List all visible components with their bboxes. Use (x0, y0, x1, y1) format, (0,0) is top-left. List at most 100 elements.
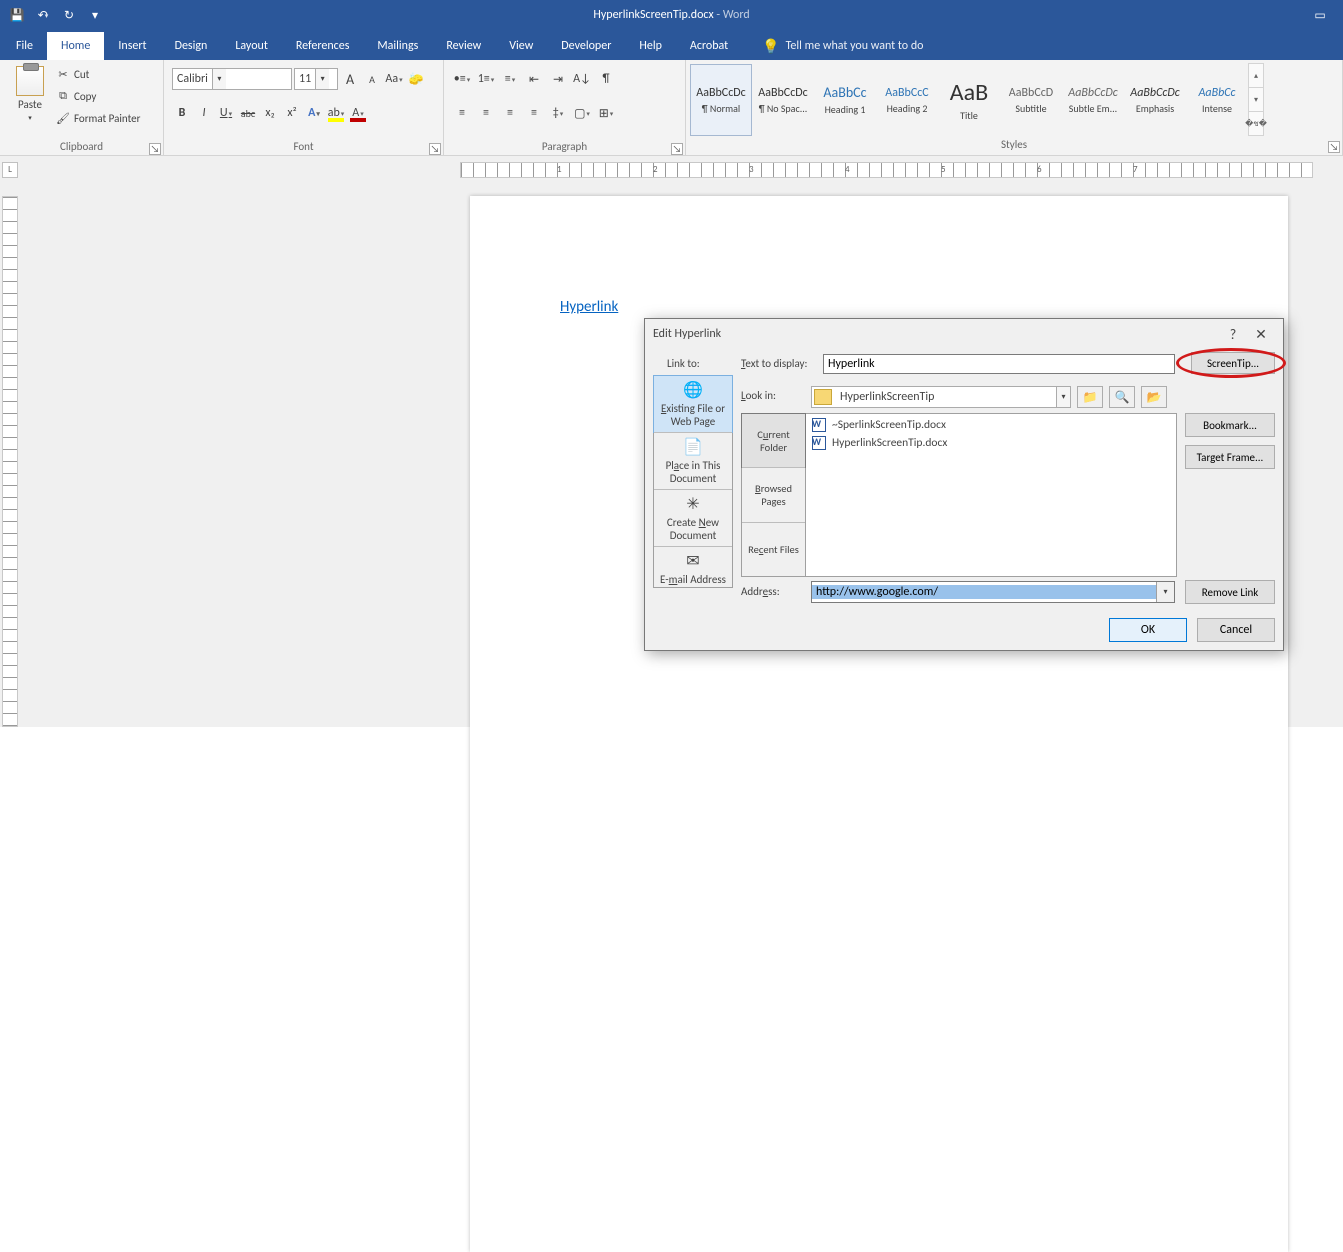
shrink-font-button[interactable]: A (362, 68, 382, 90)
styles-launcher-icon[interactable]: ↘ (1328, 141, 1340, 153)
italic-button[interactable]: I (194, 102, 214, 124)
qat-customize-icon[interactable]: ▾ (84, 4, 106, 26)
superscript-button[interactable]: x² (282, 102, 302, 124)
browse-web-icon[interactable]: 🔍 (1109, 386, 1135, 408)
tab-insert[interactable]: Insert (104, 32, 160, 60)
clear-format-button[interactable]: 🧽 (406, 68, 426, 90)
show-marks-button[interactable]: ¶ (596, 68, 616, 90)
styles-up-icon[interactable]: ▴ (1248, 63, 1264, 88)
vertical-ruler[interactable] (2, 196, 18, 727)
remove-link-button[interactable]: Remove Link (1185, 580, 1275, 604)
underline-button[interactable]: U (216, 102, 236, 124)
address-value[interactable]: http://www.google.com/ (812, 585, 1156, 599)
text-to-display-input[interactable] (823, 354, 1175, 374)
list-item[interactable]: HyperlinkScreenTip.docx (808, 434, 1174, 452)
browse-file-icon[interactable]: 📂 (1141, 386, 1167, 408)
format-painter-button[interactable]: 🖌Format Painter (56, 108, 140, 128)
copy-button[interactable]: ⧉Copy (56, 86, 140, 106)
chevron-down-icon[interactable]: ▾ (1056, 387, 1070, 407)
styles-down-icon[interactable]: ▾ (1248, 87, 1264, 112)
tab-mailings[interactable]: Mailings (363, 32, 432, 60)
align-right-button[interactable]: ≡ (500, 102, 520, 124)
close-icon[interactable]: ✕ (1247, 326, 1275, 343)
clipboard-launcher-icon[interactable]: ↘ (149, 143, 161, 155)
strike-button[interactable]: abc (238, 102, 258, 124)
style-heading2[interactable]: AaBbCcCHeading 2 (876, 64, 938, 136)
font-launcher-icon[interactable]: ↘ (429, 143, 441, 155)
linkto-existing-file[interactable]: 🌐Existing File or Web Page (653, 375, 733, 433)
tell-me-search[interactable]: 💡 Tell me what you want to do (762, 32, 923, 60)
target-frame-button[interactable]: Target Frame... (1185, 445, 1275, 469)
chevron-down-icon[interactable]: ▾ (1156, 582, 1174, 602)
grow-font-button[interactable]: A (340, 68, 360, 90)
style-heading1[interactable]: AaBbCcHeading 1 (814, 64, 876, 136)
recent-files-tab[interactable]: Recent Files (742, 522, 805, 576)
styles-more-icon[interactable]: �ช� (1248, 111, 1264, 136)
ok-button[interactable]: OK (1109, 618, 1187, 642)
increase-indent-button[interactable]: ⇥ (548, 68, 568, 90)
shading-button[interactable]: ▢ (572, 102, 592, 124)
multilevel-button[interactable]: ≡ (500, 68, 520, 90)
list-item[interactable]: ~SperlinkScreenTip.docx (808, 416, 1174, 434)
change-case-button[interactable]: Aa (384, 68, 404, 90)
font-name-combo[interactable]: Calibri▾ (172, 68, 292, 90)
current-folder-tab[interactable]: Current Folder (741, 413, 806, 468)
font-size-combo[interactable]: 11▾ (294, 68, 338, 90)
save-icon[interactable]: 💾 (6, 4, 28, 26)
paragraph-launcher-icon[interactable]: ↘ (671, 143, 683, 155)
cut-button[interactable]: ✂Cut (56, 64, 140, 84)
help-icon[interactable]: ? (1219, 326, 1247, 343)
chevron-down-icon[interactable]: ▾ (315, 69, 329, 89)
style-emphasis[interactable]: AaBbCcDcEmphasis (1124, 64, 1186, 136)
horizontal-ruler[interactable]: 1 2 3 4 5 6 7 (460, 162, 1313, 178)
tab-view[interactable]: View (495, 32, 547, 60)
tab-references[interactable]: References (282, 32, 364, 60)
ribbon-options-icon[interactable]: ▭ (1297, 0, 1343, 30)
tab-developer[interactable]: Developer (547, 32, 625, 60)
linkto-place-in-document[interactable]: 📄Place in This Document (654, 432, 732, 489)
tab-layout[interactable]: Layout (221, 32, 282, 60)
browsed-pages-tab[interactable]: Browsed Pages (742, 467, 805, 521)
line-spacing-button[interactable]: ‡ (548, 102, 568, 124)
highlight-button[interactable]: ab (326, 102, 346, 124)
bookmark-button[interactable]: Bookmark... (1185, 413, 1275, 437)
tab-file[interactable]: File (2, 32, 47, 60)
borders-button[interactable]: ⊞ (596, 102, 616, 124)
cancel-button[interactable]: Cancel (1197, 618, 1275, 642)
style-normal[interactable]: AaBbCcDc¶ Normal (690, 64, 752, 136)
align-center-button[interactable]: ≡ (476, 102, 496, 124)
bold-button[interactable]: B (172, 102, 192, 124)
style-no-spacing[interactable]: AaBbCcDc¶ No Spac... (752, 64, 814, 136)
style-subtle-emphasis[interactable]: AaBbCcDcSubtle Em... (1062, 64, 1124, 136)
align-justify-button[interactable]: ≡ (524, 102, 544, 124)
style-intense[interactable]: AaBbCcIntense (1186, 64, 1248, 136)
paste-dropdown-icon[interactable]: ▾ (28, 113, 32, 122)
screentip-button[interactable]: ScreenTip... (1191, 352, 1275, 374)
style-subtitle[interactable]: AaBbCcDSubtitle (1000, 64, 1062, 136)
subscript-button[interactable]: x₂ (260, 102, 280, 124)
linkto-email[interactable]: ✉E-mail Address (654, 546, 732, 590)
undo-dropdown-icon[interactable]: ▾ (45, 11, 49, 20)
font-color-button[interactable]: A (348, 102, 368, 124)
dialog-titlebar[interactable]: Edit Hyperlink ? ✕ (645, 319, 1283, 349)
redo-icon[interactable]: ↻ (58, 4, 80, 26)
tab-home[interactable]: Home (47, 32, 104, 60)
tab-review[interactable]: Review (432, 32, 495, 60)
align-left-button[interactable]: ≡ (452, 102, 472, 124)
chevron-down-icon[interactable]: ▾ (212, 69, 226, 89)
up-folder-icon[interactable]: 📁 (1077, 386, 1103, 408)
address-combo[interactable]: http://www.google.com/ ▾ (811, 581, 1175, 603)
lookin-combo[interactable]: HyperlinkScreenTip▾ (811, 386, 1071, 408)
tab-design[interactable]: Design (161, 32, 222, 60)
style-title[interactable]: AaBTitle (938, 64, 1000, 136)
decrease-indent-button[interactable]: ⇤ (524, 68, 544, 90)
tab-selector-icon[interactable]: L (2, 162, 18, 178)
numbering-button[interactable]: 1≡ (476, 68, 496, 90)
tab-acrobat[interactable]: Acrobat (676, 32, 742, 60)
file-list[interactable]: ~SperlinkScreenTip.docx HyperlinkScreenT… (806, 414, 1176, 576)
hyperlink-text[interactable]: Hyperlink (560, 298, 618, 316)
sort-button[interactable]: A↓ (572, 68, 592, 90)
tab-help[interactable]: Help (625, 32, 676, 60)
bullets-button[interactable]: •≡ (452, 68, 472, 90)
styles-gallery[interactable]: AaBbCcDc¶ Normal AaBbCcDc¶ No Spac... Aa… (690, 64, 1338, 136)
